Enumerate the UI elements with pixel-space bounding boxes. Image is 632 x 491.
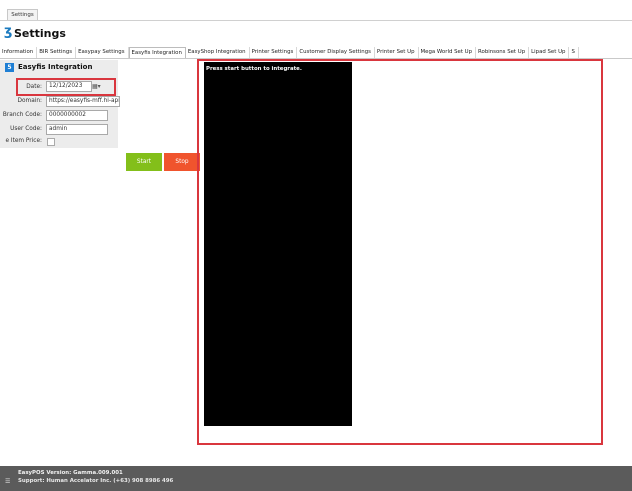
stop-button[interactable]: Stop [164,153,200,171]
support-text: Support: Human Accelator Inc. (+63) 908 … [18,478,174,484]
tab-printer-set-up[interactable]: Printer Set Up [375,47,419,58]
tab-easypay-settings[interactable]: Easypay Settings [76,47,129,58]
item-price-checkbox[interactable] [47,138,55,146]
date-highlight-box [16,78,116,96]
item-price-label: e Item Price: [5,138,42,144]
start-button[interactable]: Start [126,153,162,171]
tab-overflow[interactable]: S [569,47,579,58]
tab-easyfis-integration[interactable]: Easyfis Integration [128,47,186,58]
user-code-field[interactable]: admin [46,124,108,135]
user-code-label: User Code: [10,126,42,132]
section-title: Easyfis Integration [18,63,93,71]
branch-code-label: Branch Code: [2,112,42,118]
console-highlight-box [197,59,603,445]
tab-bir-settings[interactable]: BIR Settings [37,47,77,58]
tab-customer-display-settings[interactable]: Customer Display Settings [297,47,375,58]
tab-information[interactable]: Information [0,47,38,58]
domain-field[interactable]: https://easyfis-mff.hi-api.io [46,96,120,107]
tab-mega-world-set-up[interactable]: Mega World Set Up [419,47,477,58]
settings-logo-icon: ʒ [4,24,13,39]
settings-tabbar: Information BIR Settings Easypay Settings E… [0,47,632,59]
tab-easyshop-integration[interactable]: EasyShop Integration [186,47,250,58]
branch-code-field[interactable]: 0000000002 [46,110,108,121]
version-text: EasyPOS Version: Gamma.009.001 [18,470,123,476]
easyfis-logo-icon: 5 [5,63,14,72]
tab-robinsons-set-up[interactable]: Robinsons Set Up [476,47,530,58]
tab-printer-settings[interactable]: Printer Settings [250,47,298,58]
tab-lipad-set-up[interactable]: Lipad Set Up [529,47,570,58]
domain-label: Domain: [17,98,42,104]
page-title: Settings [14,27,66,40]
footer-menu-icon: ☰ [5,478,11,485]
tab-divider [0,20,632,21]
